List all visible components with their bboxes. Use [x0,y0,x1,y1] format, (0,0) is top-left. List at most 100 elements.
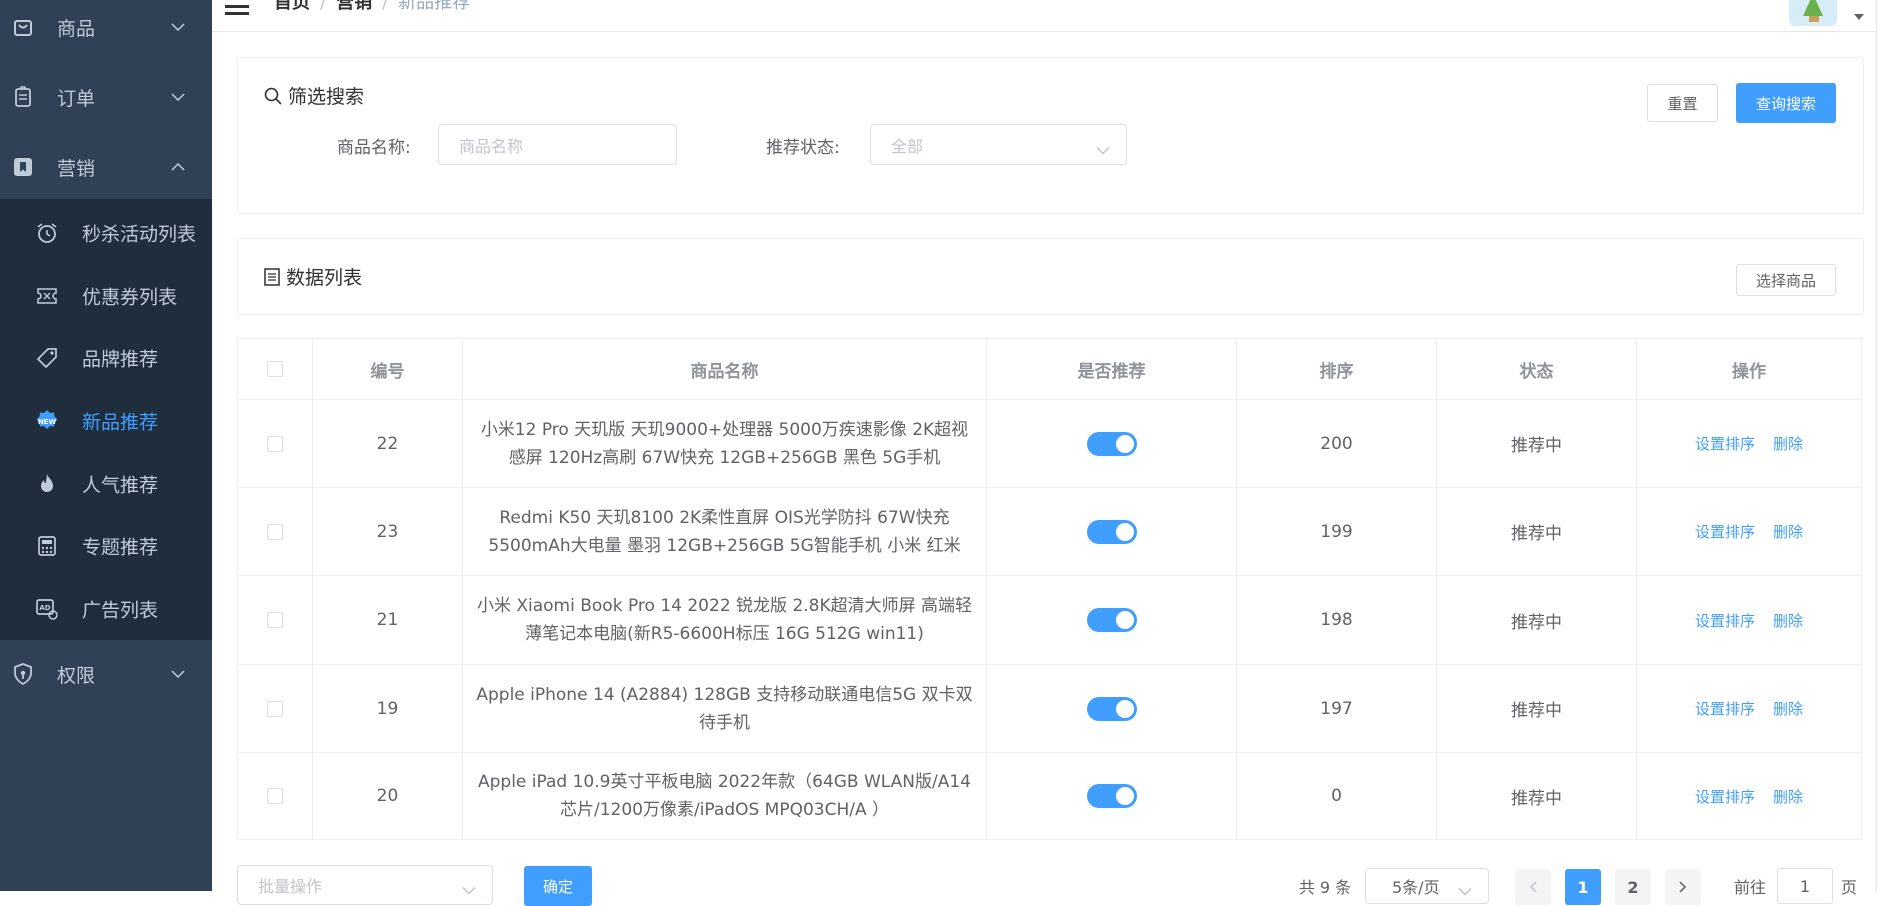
recommend-toggle[interactable] [1086,784,1137,808]
search-button[interactable]: 查询搜索 [1736,83,1836,123]
column-header: 状态 [1437,339,1637,400]
row-actions: 设置排序 删除 [1637,665,1861,753]
batch-operation-select[interactable]: 批量操作 [237,865,493,905]
batch-confirm-button[interactable]: 确定 [524,866,592,906]
row-recommend-cell [987,400,1237,488]
breadcrumb-home[interactable]: 首页 [274,0,310,13]
row-checkbox[interactable] [267,700,283,717]
sidebar-item-popular[interactable]: 人气推荐 [0,453,212,515]
select-all-header [238,339,313,400]
recommend-toggle[interactable] [1086,431,1137,456]
delete-link[interactable]: 删除 [1773,433,1803,454]
sidebar-item-seckill[interactable]: 秒杀活动列表 [0,202,212,264]
delete-link[interactable]: 删除 [1773,698,1803,719]
row-sort: 200 [1237,400,1437,488]
row-status: 推荐中 [1437,753,1637,839]
breadcrumb-separator: / [382,0,389,13]
hamburger-icon[interactable] [225,0,249,15]
row-select-cell [238,400,313,488]
row-select-cell [238,488,313,576]
page-button-1[interactable]: 1 [1565,869,1601,905]
filter-title-text: 筛选搜索 [288,86,365,108]
row-id: 20 [313,753,463,839]
data-list-title: 数据列表 [264,263,362,290]
row-product-name: Redmi K50 天玑8100 2K柔性直屏 OIS光学防抖 67W快充 55… [463,488,987,576]
chevron-down-icon [170,22,186,32]
breadcrumb-marketing[interactable]: 营销 [336,0,372,13]
set-sort-link[interactable]: 设置排序 [1695,698,1755,719]
row-actions: 设置排序 删除 [1637,753,1861,839]
sidebar-menu-product[interactable]: 商品 [0,0,212,58]
sidebar-menu-order[interactable]: 订单 [0,66,212,128]
sidebar-item-coupon[interactable]: 优惠券列表 [0,265,212,327]
row-checkbox[interactable] [267,523,283,540]
row-checkbox[interactable] [267,612,283,628]
new-badge-icon: NEW [35,409,59,433]
sidebar-item-new-products[interactable]: NEW 新品推荐 [0,390,212,452]
sidebar-item-brand[interactable]: 品牌推荐 [0,327,212,389]
product-name-label: 商品名称: [337,138,411,158]
row-recommend-cell [987,576,1237,665]
marketing-submenu: 秒杀活动列表 优惠券列表 品牌推荐 NEW 新品推荐 人气推荐 专题推荐 AD … [0,199,212,640]
sidebar-item-label: 专题推荐 [82,536,159,559]
goto-page-input[interactable]: 1 [1777,868,1833,904]
pagination-total: 共 9 条 [1298,878,1352,897]
goto-prefix: 前往 [1733,878,1766,897]
filter-card: 筛选搜索 重置 查询搜索 商品名称: 商品名称 推荐状态: 全部 [237,57,1864,214]
top-navbar: 首页 / 营销 / 新品推荐 [212,0,1890,32]
page-scrollbar[interactable] [1876,0,1890,891]
set-sort-link[interactable]: 设置排序 [1695,610,1755,631]
row-actions: 设置排序 删除 [1637,400,1861,488]
column-header: 操作 [1637,339,1861,400]
set-sort-link[interactable]: 设置排序 [1695,521,1755,542]
delete-link[interactable]: 删除 [1773,610,1803,631]
shield-icon [12,663,34,685]
row-sort: 0 [1237,753,1437,839]
next-page-button[interactable] [1665,869,1701,905]
clipboard-icon [12,86,34,108]
sidebar-item-label: 广告列表 [82,599,159,622]
caret-down-icon[interactable] [1853,6,1865,20]
row-actions: 设置排序 删除 [1637,576,1861,665]
chevron-down-icon [1458,882,1472,896]
avatar[interactable] [1789,0,1837,26]
sidebar-menu-permission[interactable]: 权限 [0,643,212,705]
product-name-input[interactable]: 商品名称 [438,124,677,165]
row-status: 推荐中 [1437,665,1637,753]
prev-page-button[interactable] [1515,869,1551,905]
row-checkbox[interactable] [267,788,283,804]
set-sort-link[interactable]: 设置排序 [1695,433,1755,454]
sidebar-item-label: 秒杀活动列表 [82,223,197,246]
recommend-toggle[interactable] [1086,519,1137,544]
search-icon [264,87,282,105]
select-all-checkbox[interactable] [267,361,283,377]
delete-link[interactable]: 删除 [1773,521,1803,542]
data-list-title-text: 数据列表 [286,267,363,289]
recommend-toggle[interactable] [1086,608,1137,632]
select-product-button[interactable]: 选择商品 [1736,264,1836,296]
alarm-clock-icon [35,221,59,245]
fire-icon [35,472,59,496]
sidebar-menu-marketing[interactable]: 营销 [0,136,212,198]
row-recommend-cell [987,665,1237,753]
page-button-2[interactable]: 2 [1615,869,1651,905]
set-sort-link[interactable]: 设置排序 [1695,786,1755,807]
sidebar-menu-label: 订单 [57,87,96,110]
sidebar-item-ads[interactable]: AD 广告列表 [0,578,212,640]
row-product-name: 小米 Xiaomi Book Pro 14 2022 锐龙版 2.8K超清大师屏… [463,576,987,665]
row-checkbox[interactable] [267,435,283,452]
recommend-status-select[interactable]: 全部 [870,124,1127,165]
chevron-down-icon [170,92,186,102]
chevron-up-icon [170,162,186,172]
row-status: 推荐中 [1437,576,1637,665]
row-select-cell [238,665,313,753]
bookmark-icon [12,156,34,178]
delete-link[interactable]: 删除 [1773,786,1803,807]
chevron-down-icon [170,669,186,679]
page-size-select[interactable]: 5条/页 [1365,868,1489,904]
sidebar-item-topic[interactable]: 专题推荐 [0,515,212,577]
recommend-toggle[interactable] [1086,696,1137,721]
ad-icon: AD [35,597,59,621]
reset-button[interactable]: 重置 [1647,84,1718,122]
product-name-placeholder: 商品名称 [459,136,524,156]
